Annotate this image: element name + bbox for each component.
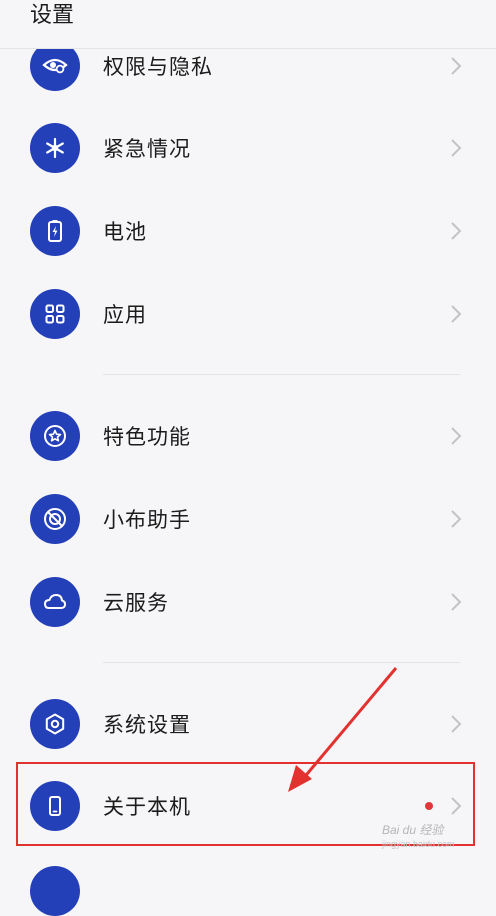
settings-item-emergency[interactable]: 紧急情况 xyxy=(0,108,496,188)
chevron-right-icon xyxy=(451,222,462,240)
watermark-sub: jingyan.baidu.com xyxy=(382,839,455,849)
apps-grid-icon xyxy=(30,289,80,339)
chevron-right-icon xyxy=(451,510,462,528)
battery-icon xyxy=(30,206,80,256)
star-icon xyxy=(30,411,80,461)
chevron-right-icon xyxy=(451,797,462,815)
settings-item-label: 电池 xyxy=(103,220,147,244)
settings-item-label: 云服务 xyxy=(103,591,169,615)
section-divider xyxy=(103,374,460,375)
settings-item-special-features[interactable]: 特色功能 xyxy=(0,396,496,476)
settings-item-apps[interactable]: 应用 xyxy=(0,274,496,354)
watermark: Bai du 经验 jingyan.baidu.com xyxy=(382,823,455,851)
settings-item-battery[interactable]: 电池 xyxy=(0,191,496,271)
assistant-icon xyxy=(30,494,80,544)
chevron-right-icon xyxy=(451,139,462,157)
settings-header: 设置 xyxy=(0,0,496,49)
settings-item-label: 系统设置 xyxy=(103,713,191,737)
chevron-right-icon xyxy=(451,57,462,75)
notification-dot xyxy=(425,802,433,810)
partial-item-icon xyxy=(30,866,80,916)
phone-icon xyxy=(30,781,80,831)
cloud-icon xyxy=(30,577,80,627)
settings-item-label: 紧急情况 xyxy=(103,137,191,161)
settings-item-label: 权限与隐私 xyxy=(103,55,213,79)
settings-item-label: 特色功能 xyxy=(103,425,191,449)
watermark-text: Bai du 经验 xyxy=(382,823,444,837)
hexagon-gear-icon xyxy=(30,699,80,749)
settings-item-label: 关于本机 xyxy=(103,795,191,819)
settings-item-system[interactable]: 系统设置 xyxy=(0,684,496,764)
settings-item-assistant[interactable]: 小布助手 xyxy=(0,479,496,559)
settings-item-label: 应用 xyxy=(103,303,147,327)
page-title: 设置 xyxy=(30,3,75,28)
section-divider xyxy=(103,662,460,663)
settings-item-label: 小布助手 xyxy=(103,508,191,532)
snowflake-icon xyxy=(30,123,80,173)
settings-item-cloud[interactable]: 云服务 xyxy=(0,562,496,642)
chevron-right-icon xyxy=(451,427,462,445)
chevron-right-icon xyxy=(451,593,462,611)
chevron-right-icon xyxy=(451,715,462,733)
chevron-right-icon xyxy=(451,305,462,323)
